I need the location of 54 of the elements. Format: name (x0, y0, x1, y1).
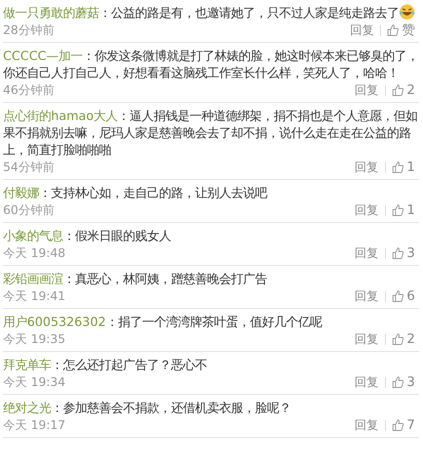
timestamp: 今天 19:35 (3, 330, 66, 348)
like-button[interactable]: 1 (392, 202, 415, 218)
reply-link[interactable]: 回复 (354, 202, 379, 218)
username-link[interactable]: 绝对之光 (3, 400, 51, 415)
reply-link[interactable]: 回复 (354, 416, 379, 434)
comment-text: 彩铅画画渲：真恶心，林阿姨，蹭慈善晚会打广告 (3, 270, 268, 287)
like-button[interactable]: 7 (392, 418, 415, 432)
timestamp: 54分钟前 (3, 158, 54, 176)
username-link[interactable]: 点心街的hamao大人 (3, 108, 118, 123)
comment-text: 小象的气息：假米日眼的贱女人 (3, 227, 172, 244)
thumbs-up-icon (392, 333, 404, 345)
reply-link[interactable]: 回复 (354, 330, 379, 348)
comment-text: 做一只勇敢的蘑菇：公益的路是有，也邀请她了，只不过人家是纯走路去了 (3, 4, 419, 21)
comment-text: 点心街的hamao大人：逼人捐钱是一种道德绑架，捐不捐也是个人意愿，但如果不捐就别去嘛，尼玛人家是慈善晚会去了却不捐，说什么走在走在公益的路上，简直打脸啪啪啪 (3, 107, 419, 158)
like-button[interactable]: 赞 (387, 21, 415, 39)
username-link[interactable]: 拜克单车 (3, 357, 51, 372)
like-button[interactable]: 2 (392, 332, 415, 346)
timestamp: 46分钟前 (3, 82, 54, 98)
username-link[interactable]: CCCCC—加一 (3, 48, 83, 63)
timestamp: 今天 19:34 (3, 374, 66, 390)
username-link[interactable]: 付毅娜 (3, 185, 39, 200)
username-link[interactable]: 用户6005326302 (3, 314, 106, 329)
thumbs-up-icon (392, 419, 404, 431)
thumbs-up-icon (387, 24, 399, 36)
like-button[interactable]: 1 (392, 160, 415, 174)
timestamp: 今天 19:17 (3, 416, 66, 434)
username-link[interactable]: 彩铅画画渲 (3, 271, 63, 286)
comment-text: CCCCC—加一：你发这条微博就是打了林婊的脸，她这时候本来已够臭的了，你还自己人打自己人，好想看看这脑残工作室长什么样，笑死人了，哈哈！ (3, 47, 419, 81)
reply-link[interactable]: 回复 (354, 244, 379, 262)
reply-link[interactable]: 回复 (354, 374, 379, 390)
timestamp: 28分钟前 (3, 22, 54, 38)
reply-link[interactable]: 回复 (354, 158, 379, 176)
like-button[interactable]: 6 (392, 288, 415, 304)
reply-link[interactable]: 回复 (350, 22, 374, 38)
comment-text: 用户6005326302：捐了一个湾湾牌茶叶蛋，值好几个亿呢 (3, 313, 324, 330)
timestamp: 今天 19:41 (3, 288, 66, 304)
thumbs-up-icon (392, 290, 404, 302)
thumbs-up-icon (392, 204, 404, 216)
thumbs-up-icon (392, 161, 404, 173)
reply-link[interactable]: 回复 (354, 288, 379, 304)
thumbs-up-icon (392, 376, 404, 388)
thumbs-up-icon (392, 247, 404, 259)
reply-link[interactable]: 回复 (354, 82, 379, 98)
username-link[interactable]: 小象的气息 (3, 228, 63, 243)
comment-text: 拜克单车：怎么还打起广告了？恶心不 (3, 356, 208, 373)
like-button[interactable]: 3 (392, 374, 415, 390)
timestamp: 60分钟前 (3, 202, 54, 218)
username-link[interactable]: 做一只勇敢的蘑菇 (3, 5, 99, 20)
timestamp: 今天 19:48 (3, 244, 66, 262)
comment-text: 绝对之光：参加慈善会不捐款，还借机卖衣服，脸呢？ (3, 399, 292, 416)
comment-text: 付毅娜：支持林心如，走自己的路，让别人去说吧 (3, 184, 268, 201)
thumbs-up-icon (392, 84, 404, 96)
like-button[interactable]: 2 (392, 82, 415, 98)
like-button[interactable]: 3 (392, 246, 415, 260)
